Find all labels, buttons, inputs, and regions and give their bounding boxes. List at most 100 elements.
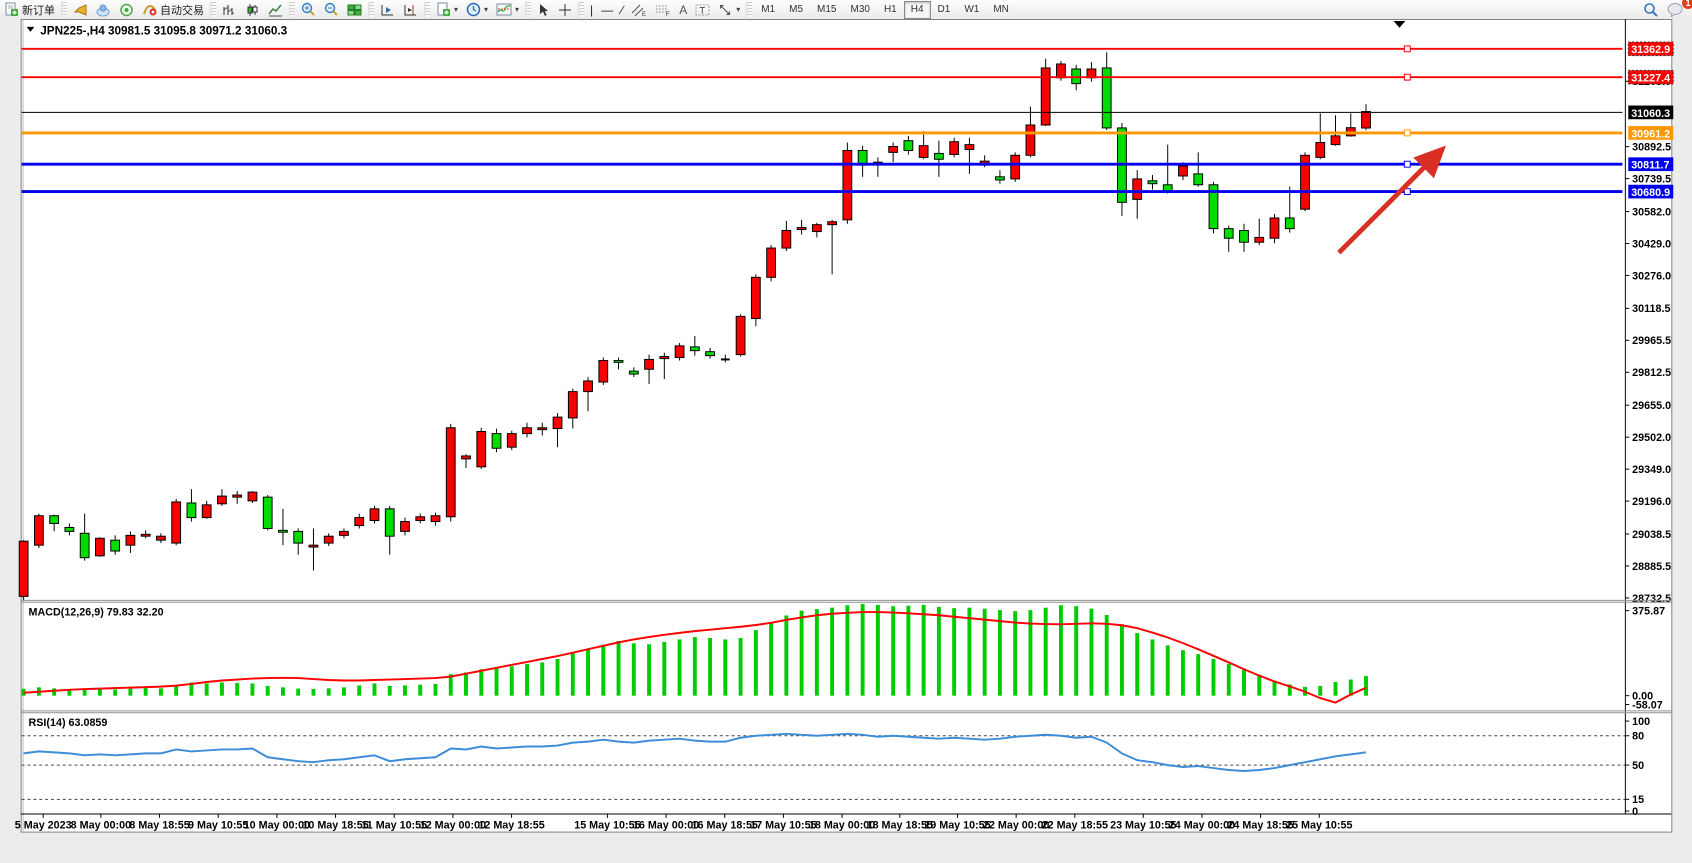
time-tick-label: 12 May 18:55 <box>478 820 544 832</box>
candle-body <box>507 434 516 448</box>
candle-body <box>172 502 181 543</box>
candle-body <box>446 428 455 517</box>
bar-chart-button[interactable] <box>218 1 241 18</box>
shapes-tool[interactable]: ▾ <box>714 1 744 18</box>
chart-shift-button[interactable] <box>399 1 422 18</box>
macd-histogram-bar <box>1242 670 1246 696</box>
vertical-line-tool[interactable]: | <box>586 1 597 18</box>
candle-body <box>1362 112 1371 128</box>
timeframe-button-m5[interactable]: M5 <box>782 1 810 19</box>
timeframe-button-m30[interactable]: M30 <box>843 1 876 19</box>
timeframe-button-d1[interactable]: D1 <box>931 1 958 19</box>
chevron-down-icon: ▾ <box>454 5 458 14</box>
zoom-out-button[interactable] <box>320 1 343 18</box>
horizontal-line-tool[interactable]: — <box>597 1 617 18</box>
time-tick-label: 17 May 10:55 <box>750 820 816 832</box>
fibonacci-tool[interactable]: F <box>651 1 675 18</box>
timeframe-button-h4[interactable]: H4 <box>904 1 931 19</box>
candle-body <box>309 545 318 547</box>
price-tick-label: 28732.5 <box>1632 593 1671 605</box>
candle-body <box>629 371 638 374</box>
price-tick-label: 29349.0 <box>1632 464 1671 476</box>
macd-histogram-bar <box>845 605 849 695</box>
candle-chart-button[interactable] <box>241 1 264 18</box>
candle-body <box>19 541 28 596</box>
candle <box>446 424 455 522</box>
timeframe-button-h1[interactable]: H1 <box>877 1 904 19</box>
search-button[interactable] <box>1639 1 1663 18</box>
trendline-tool[interactable]: ∕ <box>617 1 627 18</box>
macd-histogram-bar <box>1074 606 1078 695</box>
signals-button[interactable] <box>115 1 138 18</box>
macd-histogram-bar <box>83 690 87 696</box>
hline-handle[interactable] <box>1404 130 1410 136</box>
macd-histogram-bar <box>617 641 621 696</box>
macd-histogram-bar <box>296 689 300 696</box>
new-order-icon <box>4 2 19 17</box>
price-tick-label: 30118.5 <box>1632 303 1670 315</box>
timeframe-button-mn[interactable]: MN <box>986 1 1016 19</box>
hline-handle[interactable] <box>1404 161 1410 167</box>
crosshair-tool-button[interactable] <box>554 1 576 18</box>
macd-histogram-bar <box>1089 609 1093 696</box>
macd-histogram-bar <box>205 683 209 695</box>
macd-histogram-bar <box>1364 676 1368 696</box>
macd-histogram-bar <box>678 639 682 695</box>
notifications-button[interactable]: 1 <box>1663 1 1688 18</box>
toolbar-separator <box>210 2 216 17</box>
candle-body <box>614 360 623 362</box>
community-button[interactable] <box>92 1 115 18</box>
toolbar-separator <box>368 2 374 17</box>
text-label-tool[interactable]: T <box>691 1 714 18</box>
sound-button[interactable] <box>69 1 92 18</box>
auto-scroll-button[interactable] <box>376 1 399 18</box>
timeframe-button-m15[interactable]: M15 <box>810 1 843 19</box>
zoom-in-button[interactable] <box>297 1 320 18</box>
time-tick-label: 18 May 18:55 <box>867 820 933 832</box>
chart-svg[interactable]: 31205.030892.530739.530582.030429.030276… <box>0 19 1692 858</box>
macd-histogram-bar <box>159 688 163 695</box>
indicators-button[interactable]: ▾ <box>492 1 523 18</box>
candle-body <box>706 352 715 356</box>
macd-histogram-bar <box>52 688 56 695</box>
candle-body <box>401 522 410 532</box>
new-order-button[interactable]: 新订单 <box>0 1 59 18</box>
macd-histogram-bar <box>723 639 727 695</box>
candle-body <box>965 145 974 150</box>
candle-body <box>645 359 654 369</box>
candle-body <box>263 497 272 528</box>
periods-button[interactable]: ▾ <box>462 1 492 18</box>
new-order-label: 新订单 <box>22 2 55 18</box>
tile-windows-button[interactable] <box>343 1 366 18</box>
cursor-tool-button[interactable] <box>533 1 554 18</box>
candle-body <box>416 517 425 521</box>
rsi-label: RSI(14) 63.0859 <box>29 717 108 729</box>
community-icon <box>96 3 111 17</box>
candle-body <box>1316 143 1325 158</box>
macd-histogram-bar <box>815 609 819 696</box>
candle-body <box>1240 231 1249 243</box>
time-tick-label: 16 May 18:55 <box>692 820 758 832</box>
timeframe-button-m1[interactable]: M1 <box>754 1 782 19</box>
price-tick-label: 29196.0 <box>1632 496 1671 508</box>
candle-body <box>1148 181 1157 184</box>
rsi-tick-label: 80 <box>1632 731 1644 743</box>
line-chart-button[interactable] <box>264 1 287 18</box>
new-chart-button[interactable]: ▾ <box>432 1 462 18</box>
channel-tool[interactable]: E <box>627 1 651 18</box>
chevron-down-icon: ▾ <box>515 5 519 14</box>
candle-body <box>111 540 120 551</box>
candle <box>19 540 28 600</box>
auto-trading-button[interactable]: 自动交易 <box>138 1 208 18</box>
candle-body <box>889 147 898 153</box>
hline-handle[interactable] <box>1404 74 1410 80</box>
candle-body <box>1331 136 1340 145</box>
text-tool[interactable]: A <box>675 1 691 18</box>
timeframe-button-w1[interactable]: W1 <box>957 1 986 19</box>
chart-window[interactable]: 31205.030892.530739.530582.030429.030276… <box>0 19 1692 858</box>
candle <box>1041 59 1050 126</box>
macd-histogram-bar <box>1044 608 1048 696</box>
hline-handle[interactable] <box>1404 46 1410 52</box>
macd-histogram-bar <box>1181 650 1185 695</box>
macd-histogram-bar <box>739 638 743 696</box>
